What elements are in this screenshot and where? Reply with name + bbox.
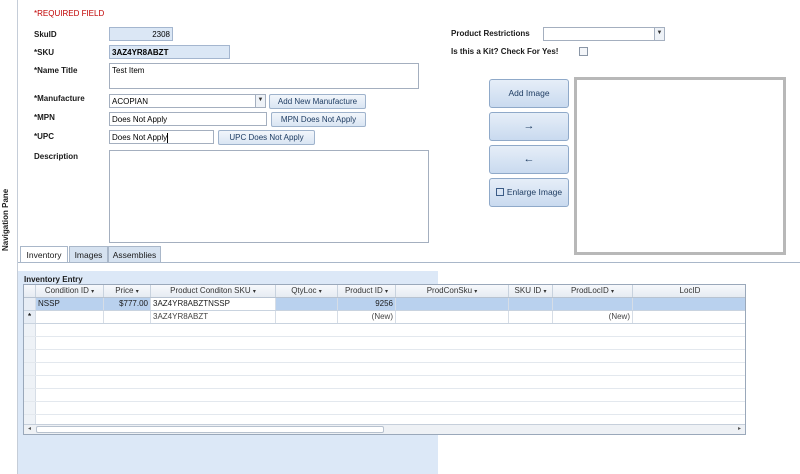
- tab-assemblies[interactable]: Assemblies: [108, 246, 161, 263]
- col-header-product-id[interactable]: Product ID ▾: [338, 285, 396, 297]
- kit-checkbox[interactable]: [579, 47, 588, 56]
- cell-sku-id[interactable]: [509, 298, 553, 310]
- cell-qtyloc[interactable]: [276, 298, 338, 310]
- cell-sku-id[interactable]: [509, 311, 553, 323]
- col-header-sku-id[interactable]: SKU ID ▾: [509, 285, 553, 297]
- row-selector-header: [24, 285, 36, 297]
- upc-label: *UPC: [34, 132, 55, 141]
- next-image-button[interactable]: →: [489, 112, 569, 141]
- tab-images[interactable]: Images: [69, 246, 108, 263]
- upc-value: Does Not Apply: [112, 133, 168, 142]
- cell-prodconsku[interactable]: [396, 298, 509, 310]
- row-selector[interactable]: [24, 298, 36, 310]
- cell-product-condition-sku[interactable]: 3AZ4YR8ABZTNSSP: [151, 298, 276, 310]
- selector-column-empty: [24, 324, 36, 424]
- col-header-price[interactable]: Price ▾: [104, 285, 151, 297]
- enlarge-icon: [495, 187, 504, 196]
- kit-label: Is this a Kit? Check For Yes!: [451, 47, 559, 56]
- cell-prodconsku[interactable]: [396, 311, 509, 323]
- tab-inventory[interactable]: Inventory: [20, 246, 68, 263]
- skuid-label: SkuID: [34, 30, 57, 39]
- row-divider: [24, 323, 745, 324]
- cell-product-id[interactable]: (New): [338, 311, 396, 323]
- scroll-right-icon[interactable]: ▸: [735, 425, 744, 434]
- cell-price[interactable]: [104, 311, 151, 323]
- grid-line: [24, 401, 745, 402]
- grid-line: [24, 414, 745, 415]
- cell-price[interactable]: $777.00: [104, 298, 151, 310]
- description-field[interactable]: [109, 150, 429, 243]
- col-header-locid[interactable]: LocID: [633, 285, 745, 297]
- cell-prodlocid[interactable]: [553, 298, 633, 310]
- scrollbar-thumb[interactable]: [36, 426, 384, 433]
- image-frame: [574, 77, 786, 255]
- cell-prodlocid[interactable]: (New): [553, 311, 633, 323]
- grid-line: [24, 388, 745, 389]
- name-title-field[interactable]: Test Item: [109, 63, 419, 89]
- tab-divider: [18, 262, 800, 263]
- upc-does-not-apply-button[interactable]: UPC Does Not Apply: [218, 130, 315, 145]
- cell-product-condition-sku[interactable]: 3AZ4YR8ABZT: [151, 311, 276, 323]
- cell-locid[interactable]: [633, 311, 745, 323]
- enlarge-image-label: Enlarge Image: [506, 187, 563, 197]
- cell-condition-id[interactable]: [36, 311, 104, 323]
- col-header-prodlocid[interactable]: ProdLocID ▾: [553, 285, 633, 297]
- product-restrictions-dropdown[interactable]: ▼: [543, 27, 665, 41]
- text-cursor: [167, 132, 169, 143]
- col-header-prodconsku[interactable]: ProdConSku ▾: [396, 285, 509, 297]
- add-new-manufacture-button[interactable]: Add New Manufacture: [269, 94, 366, 109]
- required-field-note: *REQUIRED FIELD: [34, 9, 105, 18]
- mpn-does-not-apply-button[interactable]: MPN Does Not Apply: [271, 112, 366, 127]
- manufacture-value: ACOPIAN: [112, 97, 149, 106]
- inventory-grid[interactable]: Condition ID ▾ Price ▾ Product Conditon …: [23, 284, 746, 435]
- upc-field[interactable]: Does Not Apply: [109, 130, 214, 144]
- name-title-label: *Name Title: [34, 66, 78, 75]
- grid-line: [24, 349, 745, 350]
- mpn-field[interactable]: Does Not Apply: [109, 112, 267, 126]
- description-label: Description: [34, 152, 79, 161]
- sku-label: *SKU: [34, 48, 55, 57]
- sku-field[interactable]: 3AZ4YR8ABZT: [109, 45, 230, 59]
- grid-line: [24, 336, 745, 337]
- grid-line: [24, 362, 745, 363]
- skuid-field[interactable]: 2308: [109, 27, 173, 41]
- navigation-pane[interactable]: Navigation Pane: [0, 0, 18, 474]
- navigation-pane-label: Navigation Pane: [1, 188, 10, 252]
- cell-product-id[interactable]: 9256: [338, 298, 396, 310]
- manufacture-dropdown[interactable]: ACOPIAN ▼: [109, 94, 266, 108]
- product-restrictions-label: Product Restrictions: [451, 29, 530, 38]
- horizontal-scrollbar[interactable]: ◂ ▸: [24, 424, 745, 434]
- scroll-left-icon[interactable]: ◂: [25, 425, 34, 434]
- cell-locid[interactable]: [633, 298, 745, 310]
- chevron-down-icon[interactable]: ▼: [255, 95, 265, 107]
- col-header-qtyloc[interactable]: QtyLoc ▾: [276, 285, 338, 297]
- cell-condition-id[interactable]: NSSP: [36, 298, 104, 310]
- new-row-selector[interactable]: *: [24, 311, 36, 323]
- previous-image-button[interactable]: ←: [489, 145, 569, 174]
- mpn-label: *MPN: [34, 113, 55, 122]
- add-image-button[interactable]: Add Image: [489, 79, 569, 108]
- inventory-entry-title: Inventory Entry: [24, 275, 83, 284]
- manufacture-label: *Manufacture: [34, 94, 85, 103]
- chevron-down-icon[interactable]: ▼: [654, 28, 664, 40]
- enlarge-image-button[interactable]: Enlarge Image: [489, 178, 569, 207]
- col-header-condition-id[interactable]: Condition ID ▾: [36, 285, 104, 297]
- cell-qtyloc[interactable]: [276, 311, 338, 323]
- grid-line: [24, 375, 745, 376]
- col-header-product-condition-sku[interactable]: Product Conditon SKU ▾: [151, 285, 276, 297]
